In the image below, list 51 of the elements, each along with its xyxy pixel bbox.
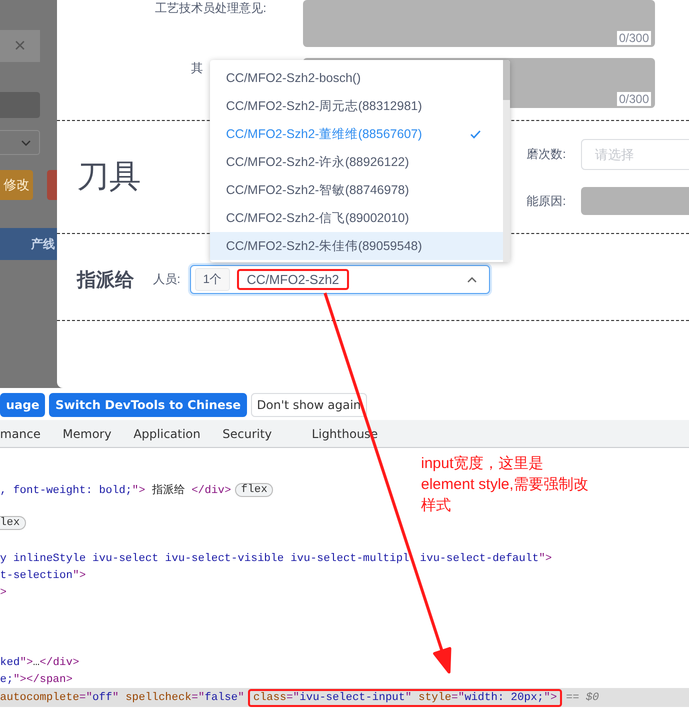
field-label: 其 — [190, 60, 204, 77]
node-reference-text: == $0 — [566, 692, 599, 704]
code-text: t-selection"> — [0, 570, 86, 582]
dropdown-option[interactable]: CC/MFO2-Szh2-智敏(88746978) — [210, 176, 503, 204]
code-text: ked">…</div> — [0, 656, 80, 668]
input-field[interactable] — [581, 187, 689, 215]
chevron-up-icon — [467, 276, 477, 282]
section-title: 指派给 — [77, 268, 135, 292]
code-text: autocomplete="off" spellcheck="false" — [0, 692, 244, 704]
dropdown-option[interactable]: CC/MFO2-Szh2-许永(88926122) — [210, 148, 503, 176]
field-label: 能原因: — [526, 192, 566, 210]
devtools-tab[interactable]: Security — [222, 426, 272, 440]
dropdown-option[interactable]: CC/MFO2-Szh2-bosch() — [210, 64, 503, 92]
button[interactable] — [47, 170, 57, 200]
dropdown-option[interactable]: CC/MFO2-Szh2-信飞(89002010) — [210, 204, 503, 232]
section-title: 刀具 — [77, 157, 141, 196]
code-text: y inlineStyle ivu-select ivu-select-visible ivu-select-multipl — [0, 552, 410, 564]
dropdown-option[interactable]: CC/MFO2-Szh2-朱佳伟(89059548) — [210, 232, 503, 260]
flex-badge[interactable]: flex — [235, 482, 274, 496]
infobar-button[interactable]: Don't show again — [250, 393, 367, 417]
text-area[interactable]: 0/300 — [303, 0, 655, 47]
code-text: class="ivu-select-input" style="width: 20px;"> — [253, 692, 557, 704]
infobar-button[interactable]: uage — [0, 393, 46, 417]
code-text: ivu-select-default"> — [418, 552, 552, 564]
input-field[interactable] — [0, 92, 40, 118]
infobar-button[interactable]: Switch DevTools to Chinese — [49, 393, 247, 417]
flex-badge[interactable]: lex — [0, 516, 26, 530]
devtools-tab[interactable]: Memory — [62, 426, 112, 440]
field-label: 工艺技术员处理意见: — [154, 0, 268, 17]
multi-select-field[interactable]: 1个 CC/MFO2-Szh2 — [190, 265, 490, 294]
select-input-text[interactable]: CC/MFO2-Szh2 — [246, 272, 340, 287]
chevron-down-icon — [21, 140, 31, 146]
scrollbar[interactable] — [503, 60, 510, 262]
code-text: > — [0, 586, 7, 598]
annotation-note: element style,需要强制改 — [421, 475, 589, 495]
field-label: 磨次数: — [526, 146, 566, 163]
annotation-note: 样式 — [421, 496, 451, 516]
character-counter: 0/300 — [616, 92, 651, 106]
select-field[interactable] — [0, 130, 40, 155]
character-counter: 0/300 — [616, 31, 651, 45]
placeholder-text: 请选择 — [595, 146, 634, 164]
field-label: 人员: — [153, 271, 182, 288]
code-text: , font-weight: bold;"> 指派给 </div> — [0, 483, 232, 497]
column-header: 产线 — [31, 236, 55, 252]
checkmark-icon — [470, 130, 481, 138]
devtools-tab[interactable]: Application — [133, 426, 201, 440]
annotation-note: input宽度，这里是 — [421, 454, 544, 474]
devtools-tab[interactable]: mance — [0, 426, 41, 440]
count-tag: 1个 — [195, 268, 230, 291]
code-text: e;"></span> — [0, 674, 73, 686]
dropdown-option[interactable]: CC/MFO2-Szh2-周元志(88312981) — [210, 92, 503, 120]
